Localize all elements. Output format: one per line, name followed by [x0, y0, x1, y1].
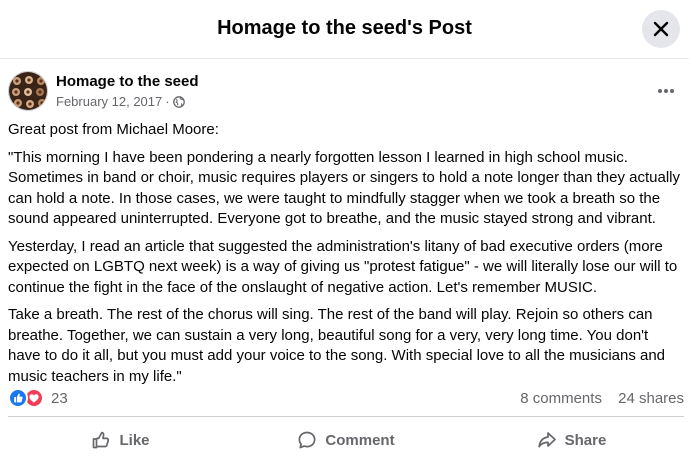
post-meta: February 12, 2017 · — [56, 94, 185, 109]
more-horizontal-icon — [658, 89, 674, 93]
thumbs-up-icon — [93, 431, 110, 449]
author-name[interactable]: Homage to the seed — [56, 73, 199, 90]
comments-count[interactable]: 8 comments — [520, 390, 602, 407]
comment-bubble-icon — [298, 431, 316, 449]
reaction-icons[interactable] — [8, 388, 48, 408]
share-arrow-icon — [537, 432, 556, 448]
post-date[interactable]: February 12, 2017 — [56, 94, 162, 109]
avatar[interactable] — [8, 71, 48, 111]
engagement-counts: 8 comments 24 shares — [520, 390, 684, 407]
comment-button[interactable]: Comment — [233, 422, 459, 458]
post-paragraph: Take a breath. The rest of the chorus wi… — [8, 306, 666, 385]
post-dialog-header: Homage to the seed's Post — [0, 0, 689, 59]
comment-label: Comment — [325, 431, 395, 449]
like-reaction-icon — [8, 388, 28, 408]
post-header: Homage to the seed February 12, 2017 · — [8, 71, 683, 113]
post-text: Great post from Michael Moore: "This mor… — [8, 120, 684, 394]
close-icon — [653, 21, 669, 37]
globe-icon[interactable] — [172, 95, 185, 108]
more-options-button[interactable] — [656, 81, 676, 101]
share-label: Share — [564, 431, 607, 449]
close-button[interactable] — [642, 10, 680, 48]
dialog-title: Homage to the seed's Post — [217, 17, 472, 39]
meta-separator: · — [165, 94, 170, 109]
avatar-image — [9, 72, 47, 110]
reactions-bar: 23 8 comments 24 shares — [8, 387, 684, 409]
share-button[interactable]: Share — [459, 422, 684, 458]
post-actions: Like Comment Share — [8, 416, 684, 458]
reaction-count[interactable]: 23 — [51, 390, 68, 407]
like-button[interactable]: Like — [8, 422, 233, 458]
post-paragraph: "This morning I have been pondering a ne… — [8, 148, 681, 228]
like-label: Like — [119, 431, 150, 449]
post-paragraph: Great post from Michael Moore: — [8, 121, 219, 138]
post-paragraph: Yesterday, I read an article that sugges… — [8, 237, 678, 296]
shares-count[interactable]: 24 shares — [618, 390, 684, 407]
